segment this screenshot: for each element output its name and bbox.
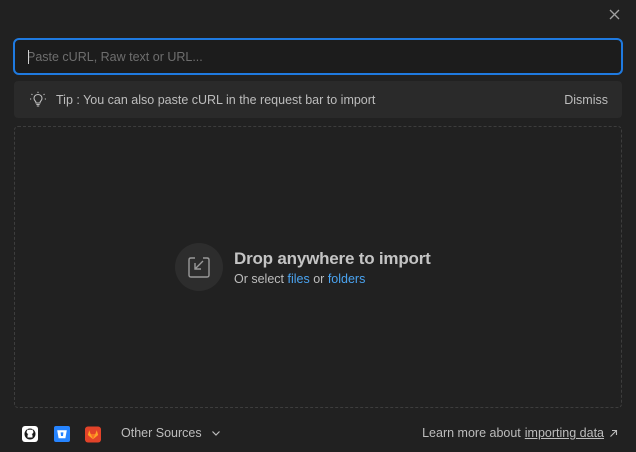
text-caret: [28, 50, 29, 64]
external-link-icon: [610, 429, 618, 437]
learn-more: Learn more about importing data: [422, 426, 618, 440]
drop-prompt: Drop anywhere to import Or select files …: [175, 243, 431, 291]
lightbulb-icon: [28, 90, 48, 110]
tip-bar: Tip : You can also paste cURL in the req…: [14, 81, 622, 118]
footer: Other Sources Learn more about importing…: [0, 420, 636, 448]
drop-zone[interactable]: Drop anywhere to import Or select files …: [14, 126, 622, 408]
bitbucket-icon[interactable]: [54, 426, 70, 442]
other-sources-dropdown[interactable]: Other Sources: [121, 426, 221, 440]
tip-text: Tip : You can also paste cURL in the req…: [56, 92, 376, 107]
gitlab-icon[interactable]: [85, 426, 101, 442]
url-input[interactable]: [15, 40, 621, 73]
close-icon: [609, 9, 619, 19]
url-input-container: [13, 38, 623, 75]
chevron-down-icon: [211, 431, 220, 436]
drop-subtitle: Or select files or folders: [234, 272, 431, 286]
select-files-link[interactable]: files: [288, 272, 310, 286]
select-folders-link[interactable]: folders: [328, 272, 366, 286]
close-button[interactable]: [604, 4, 624, 24]
drop-sub-or: or: [313, 271, 325, 286]
importing-data-link[interactable]: importing data: [525, 426, 604, 440]
dismiss-button[interactable]: Dismiss: [564, 93, 608, 107]
github-icon[interactable]: [22, 426, 38, 442]
learn-more-prefix: Learn more about: [422, 426, 521, 440]
drop-title: Drop anywhere to import: [234, 248, 431, 268]
import-tray-icon: [175, 243, 223, 291]
other-sources-label: Other Sources: [121, 426, 202, 440]
drop-sub-prefix: Or select: [234, 271, 285, 286]
